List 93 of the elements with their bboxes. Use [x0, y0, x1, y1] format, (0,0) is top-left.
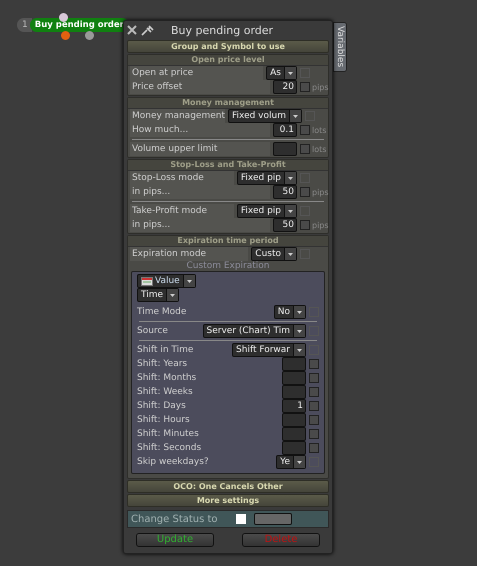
calendar-icon: [141, 276, 153, 286]
status-field[interactable]: [254, 513, 292, 525]
dropdown[interactable]: Fixed pip: [236, 171, 297, 185]
dropdown[interactable]: Custo: [251, 247, 297, 261]
caret-icon[interactable]: [182, 275, 195, 287]
caret-icon[interactable]: [289, 110, 301, 122]
checkbox[interactable]: [309, 443, 319, 453]
caret-icon[interactable]: [166, 289, 178, 301]
close-icon[interactable]: [127, 25, 137, 35]
subsection-title: Custom Expiration: [185, 261, 271, 271]
node-number: 1: [17, 18, 32, 32]
field-label: Source: [137, 326, 169, 336]
dropdown[interactable]: Fixed volum: [228, 109, 302, 123]
variables-tab[interactable]: Variables: [333, 22, 347, 72]
field-label: Time Mode: [137, 307, 188, 317]
unit-label: pips: [312, 82, 326, 92]
group-title: Stop-Loss and Take-Profit: [128, 160, 328, 171]
field-label: Expiration mode: [130, 247, 248, 261]
number-field[interactable]: [273, 142, 297, 156]
checkbox[interactable]: [309, 401, 319, 411]
node-label[interactable]: Buy pending order: [30, 18, 129, 32]
connector-dot[interactable]: [61, 31, 70, 40]
field-label: Volume upper limit: [130, 142, 270, 156]
checkbox[interactable]: [300, 82, 310, 92]
checkbox[interactable]: [300, 187, 310, 197]
field-label: Take-Profit mode: [130, 204, 234, 218]
number-field[interactable]: [282, 371, 306, 385]
caret-icon[interactable]: [293, 325, 305, 337]
checkbox[interactable]: [236, 514, 246, 524]
caret-icon[interactable]: [293, 456, 305, 468]
dropdown[interactable]: Time: [137, 288, 180, 302]
field-label: Open at price: [130, 66, 264, 80]
field-label: Shift: Hours: [137, 415, 191, 425]
number-field[interactable]: 0.1: [273, 123, 297, 137]
section-header[interactable]: Group and Symbol to use: [127, 40, 329, 53]
dropdown[interactable]: Value: [137, 274, 196, 288]
section-header[interactable]: OCO: One Cancels Other: [127, 480, 329, 493]
field-label: in pips...: [130, 218, 270, 232]
group-title: Money management: [128, 98, 328, 109]
dropdown[interactable]: Shift Forwar: [232, 343, 306, 357]
field-label: Shift: Days: [137, 401, 187, 411]
checkbox[interactable]: [300, 144, 310, 154]
unit-label: lots: [312, 126, 326, 134]
field-label: Shift: Months: [137, 373, 198, 383]
unit-label: pips: [312, 220, 326, 230]
number-field[interactable]: [282, 385, 306, 399]
checkbox[interactable]: [309, 359, 319, 369]
number-field[interactable]: 20: [273, 80, 297, 94]
number-field[interactable]: [282, 413, 306, 427]
panel-title: Buy pending order: [171, 24, 274, 36]
dropdown[interactable]: Ye: [276, 455, 306, 469]
field-label: Money management: [130, 109, 225, 123]
checkbox[interactable]: [309, 373, 319, 383]
unit-label: pips: [312, 188, 326, 196]
dropdown[interactable]: Fixed pip: [236, 204, 297, 218]
field-label: Skip weekdays?: [137, 457, 210, 467]
caret-icon[interactable]: [293, 344, 305, 356]
number-field[interactable]: 1: [282, 399, 306, 413]
section-header[interactable]: More settings: [127, 494, 329, 507]
field-label: Shift: Weeks: [137, 387, 194, 397]
group-title: Open price level: [128, 55, 328, 66]
status-label: Change Status to: [131, 514, 218, 524]
caret-icon[interactable]: [284, 248, 296, 260]
field-label: Shift in Time: [137, 345, 194, 355]
checkbox[interactable]: [300, 125, 310, 135]
field-label: Shift: Years: [137, 359, 188, 369]
caret-icon[interactable]: [284, 205, 296, 217]
group-title: Expiration time period: [128, 236, 328, 247]
field-label: Shift: Minutes: [137, 429, 200, 439]
field-label: How much...: [130, 123, 270, 137]
checkbox[interactable]: [300, 220, 310, 230]
field-label: Price offset: [130, 80, 270, 94]
connector-dot[interactable]: [59, 13, 68, 22]
caret-icon[interactable]: [284, 172, 296, 184]
dropdown[interactable]: As: [266, 66, 297, 80]
dropdown[interactable]: Server (Chart) Tim: [202, 324, 306, 338]
connector-dot[interactable]: [85, 31, 94, 40]
number-field[interactable]: [282, 427, 306, 441]
unit-label: lots: [312, 144, 326, 154]
number-field[interactable]: 50: [273, 218, 297, 232]
number-field[interactable]: [282, 441, 306, 455]
field-label: Shift: Seconds: [137, 443, 202, 453]
checkbox[interactable]: [309, 415, 319, 425]
number-field[interactable]: [282, 357, 306, 371]
checkbox[interactable]: [309, 429, 319, 439]
caret-icon[interactable]: [284, 67, 296, 79]
number-field[interactable]: 50: [273, 185, 297, 199]
field-label: Stop-Loss mode: [130, 171, 234, 185]
field-label: in pips...: [130, 185, 270, 199]
checkbox[interactable]: [309, 387, 319, 397]
caret-icon[interactable]: [293, 306, 305, 318]
update-button[interactable]: Update: [136, 533, 214, 547]
dropdown[interactable]: No: [274, 305, 306, 319]
